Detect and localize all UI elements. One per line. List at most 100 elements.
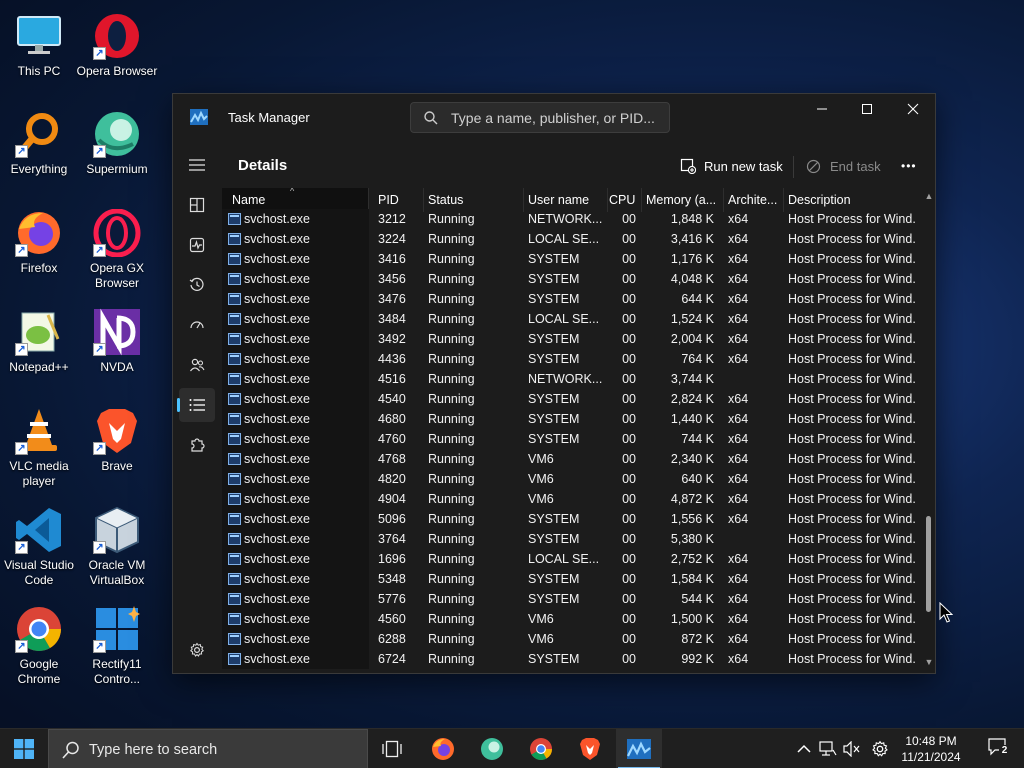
task-manager-window[interactable]: Task Manager Type a name, publisher, or … [172,93,936,674]
header-divider [793,156,794,178]
network-icon[interactable] [818,739,838,759]
table-row[interactable]: svchost.exe 5348 Running SYSTEM 00 1,584 K x64… [222,569,917,589]
desktop-icon-opera-gx[interactable]: ↗ Opera GX Browser [77,203,157,293]
desktop-icon-opera[interactable]: ↗ Opera Browser [77,6,157,96]
cell-status: Running [428,312,475,326]
run-new-task-button[interactable]: Run new task [680,152,783,180]
process-window-icon [228,373,241,385]
table-row[interactable]: svchost.exe 4680 Running SYSTEM 00 1,440 K x64… [222,409,917,429]
table-row[interactable]: svchost.exe 4516 Running NETWORK... 00 3,744 … [222,369,917,389]
cell-architecture: x64 [728,232,749,246]
cell-user-name: SYSTEM [528,572,580,586]
table-row[interactable]: svchost.exe 6288 Running VM6 00 872 K x64 Host … [222,629,917,649]
cell-name: svchost.exe [222,429,369,449]
cell-architecture: x64 [728,612,749,626]
table-row[interactable]: svchost.exe 3764 Running SYSTEM 00 5,380 K Hos… [222,529,917,549]
search-box[interactable] [410,102,670,133]
sidebar-item-processes[interactable] [179,188,215,222]
magnifier-orange-icon: ↗ [15,110,63,158]
maximize-button[interactable] [844,94,890,124]
table-row[interactable]: svchost.exe 4560 Running VM6 00 1,500 K x64 Hos… [222,609,917,629]
desktop-icon-firefox[interactable]: ↗ Firefox [0,203,79,293]
table-row[interactable]: svchost.exe 3492 Running SYSTEM 00 2,004 K x64… [222,329,917,349]
minimize-button[interactable] [799,94,845,124]
table-row[interactable]: svchost.exe 5096 Running SYSTEM 00 1,556 K x64… [222,509,917,529]
sidebar-item-startup-apps[interactable] [179,308,215,342]
table-row[interactable]: svchost.exe 3212 Running NETWORK... 00 1,848 … [222,209,917,229]
table-row[interactable]: svchost.exe 3476 Running SYSTEM 00 644 K x64 Ho… [222,289,917,309]
table-row[interactable]: svchost.exe 4904 Running VM6 00 4,872 K x64 Hos… [222,489,917,509]
table-row[interactable]: svchost.exe 4760 Running SYSTEM 00 744 K x64 Ho… [222,429,917,449]
table-row[interactable]: svchost.exe 4820 Running VM6 00 640 K x64 Host … [222,469,917,489]
desktop-icon-supermium[interactable]: ↗ Supermium [77,104,157,194]
cell-status: Running [428,532,475,546]
sidebar-item-users[interactable] [179,348,215,382]
taskbar-search-box[interactable]: Type here to search [48,729,368,768]
scroll-up-icon[interactable]: ▲ [924,191,934,201]
desktop-icon-brave[interactable]: ↗ Brave [77,401,157,491]
task-view-button[interactable] [369,729,415,768]
scrollbar-thumb[interactable] [926,516,931,612]
taskbar-task-manager[interactable] [616,729,662,768]
desktop-icon-vscode[interactable]: ↗ Visual Studio Code [0,500,79,590]
cell-cpu: 00 [622,432,636,446]
more-options-button[interactable]: ••• [901,152,917,180]
desktop-icon-virtualbox[interactable]: ↗ Oracle VM VirtualBox [77,500,157,590]
shortcut-arrow-icon: ↗ [93,541,106,554]
sidebar-item-app-history[interactable] [179,268,215,302]
table-row[interactable]: svchost.exe 3484 Running LOCAL SE... 00 1,524… [222,309,917,329]
desktop-icon-chrome[interactable]: ↗ Google Chrome [0,599,79,689]
more-options-icon: ••• [901,159,917,173]
table-row[interactable]: svchost.exe 4436 Running SYSTEM 00 764 K x64 Ho… [222,349,917,369]
cell-name: svchost.exe [222,629,369,649]
start-button[interactable] [0,729,48,768]
taskbar-chrome[interactable] [518,729,564,768]
hamburger-menu-button[interactable] [179,148,215,182]
desktop-icon-nvda[interactable]: ↗ NVDA [77,302,157,392]
close-button[interactable] [890,94,936,124]
sidebar-item-details[interactable] [177,388,215,422]
title-bar[interactable]: Task Manager [173,94,935,140]
cell-user-name: VM6 [528,492,554,506]
search-input[interactable] [451,108,661,128]
table-row[interactable]: svchost.exe 3224 Running LOCAL SE... 00 3,416… [222,229,917,249]
sort-ascending-icon: ^ [290,188,295,196]
table-row[interactable]: svchost.exe 1696 Running LOCAL SE... 00 2,752… [222,549,917,569]
desktop-icon-this-pc[interactable]: This PC [0,6,79,96]
sidebar-item-performance[interactable] [179,228,215,262]
process-window-icon [228,213,241,225]
table-row[interactable]: svchost.exe 3456 Running SYSTEM 00 4,048 K x64… [222,269,917,289]
taskbar-firefox[interactable] [420,729,466,768]
shortcut-arrow-icon: ↗ [15,541,28,554]
desktop-icon-rectify11[interactable]: ↗ Rectify11 Contro... [77,599,157,689]
details-table[interactable]: Name ^ PID Status User name CPU Memory (a... Ar… [222,188,917,670]
notification-center-button[interactable]: 2 [988,738,1010,758]
sidebar-item-settings[interactable] [179,633,215,667]
desktop-icon-label: VLC media player [9,459,69,488]
desktop-icon-notepadpp[interactable]: ↗ Notepad++ [0,302,79,392]
taskbar-brave[interactable] [567,729,613,768]
cell-name: svchost.exe [222,369,369,389]
end-task-button[interactable]: End task [806,152,881,180]
volume-muted-icon[interactable] [842,739,862,759]
sidebar-item-services[interactable] [179,428,215,462]
table-row[interactable]: svchost.exe 6724 Running SYSTEM 00 992 K x64 Ho… [222,649,917,669]
table-row[interactable]: svchost.exe 4540 Running SYSTEM 00 2,824 K x64… [222,389,917,409]
desktop-icon-everything[interactable]: ↗ Everything [0,104,79,194]
taskbar-clock[interactable]: 10:48 PM 11/21/2024 [894,733,968,765]
scroll-down-icon[interactable]: ▼ [924,657,934,667]
cell-description: Host Process for Wind... [788,272,917,286]
process-name: svchost.exe [244,292,311,306]
gear-icon[interactable] [870,739,890,759]
vertical-scrollbar[interactable]: ▲ ▼ [923,191,935,669]
cell-name: svchost.exe [222,209,369,229]
table-row[interactable]: svchost.exe 3416 Running SYSTEM 00 1,176 K x64… [222,249,917,269]
tray-overflow-chevron-up-icon[interactable] [794,739,814,759]
table-row[interactable]: svchost.exe 5776 Running SYSTEM 00 544 K x64 Ho… [222,589,917,609]
desktop-icon-vlc[interactable]: ↗ VLC media player [0,401,79,491]
chrome-icon [530,738,552,760]
cell-description: Host Process for Wind... [788,312,917,326]
taskbar-supermium[interactable] [469,729,515,768]
desktop-icon-label: Firefox [20,261,58,275]
table-row[interactable]: svchost.exe 4768 Running VM6 00 2,340 K x64 Hos… [222,449,917,469]
